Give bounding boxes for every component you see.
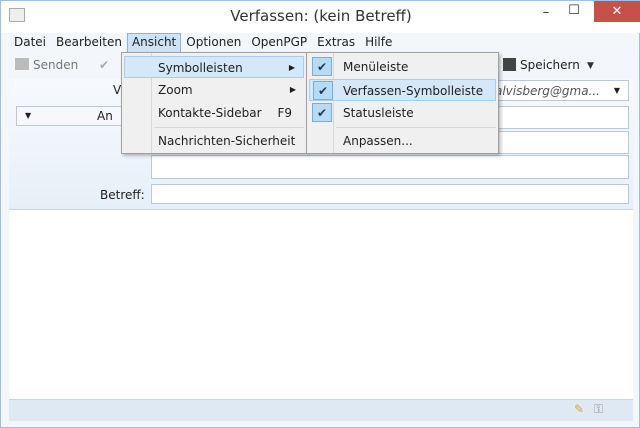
maximize-button[interactable]: ☐ <box>564 3 584 25</box>
menu-datei[interactable]: Datei <box>9 33 51 53</box>
check-icon: ✔ <box>313 81 333 100</box>
pencil-icon: ✎ <box>574 402 585 416</box>
send-button[interactable]: Senden <box>15 58 78 72</box>
menu-ansicht[interactable]: Ansicht <box>126 33 182 53</box>
title-bar: Verfassen: (kein Betreff) – ☐ ✕ <box>1 1 640 33</box>
send-label: Senden <box>33 58 79 72</box>
shortcut-label: F9 <box>277 106 292 120</box>
menu-item-statusleiste[interactable]: ✔ Statusleiste <box>309 102 496 124</box>
view-menu: Symbolleisten ▶ Zoom ▶ Kontakte-Sidebar F9 … <box>121 52 307 154</box>
subject-label: Betreff: <box>100 188 145 202</box>
menu-item-menueleiste[interactable]: ✔ Menüleiste <box>309 56 496 78</box>
menu-openpgp[interactable]: OpenPGP <box>246 33 312 53</box>
recipient-type-select[interactable]: ▼ An <box>16 106 124 126</box>
key-icon: ⚿ <box>594 402 604 416</box>
send-icon <box>15 58 29 70</box>
menu-optionen[interactable]: Optionen <box>181 33 246 53</box>
submenu-arrow-icon: ▶ <box>289 85 296 94</box>
check-icon: ✔ <box>312 103 332 122</box>
menu-hilfe[interactable]: Hilfe <box>360 33 397 53</box>
menu-item-kontakte-sidebar[interactable]: Kontakte-Sidebar F9 <box>124 102 304 124</box>
subject-input[interactable] <box>151 184 629 204</box>
compose-window: Verfassen: (kein Betreff) – ☐ ✕ Datei Be… <box>0 0 640 428</box>
floppy-icon <box>503 58 516 71</box>
menu-item-symbolleisten[interactable]: Symbolleisten ▶ <box>124 56 304 78</box>
check-icon: ✔ <box>312 57 332 76</box>
menu-item-anpassen[interactable]: Anpassen... <box>309 130 496 152</box>
close-button[interactable]: ✕ <box>594 1 640 22</box>
recipient-input-3[interactable] <box>151 155 629 179</box>
menu-item-nachrichten-sicherheit[interactable]: Nachrichten-Sicherheit <box>124 130 304 152</box>
menu-item-zoom[interactable]: Zoom ▶ <box>124 79 304 101</box>
menu-bar: Datei Bearbeiten Ansicht Optionen OpenPG… <box>9 33 397 53</box>
minimize-button[interactable]: – <box>536 5 556 27</box>
chevron-down-icon: ▼ <box>25 111 32 120</box>
save-dropdown-icon[interactable]: ▼ <box>587 61 594 71</box>
menu-extras[interactable]: Extras <box>312 33 360 53</box>
status-bar: ✎ ⚿ <box>9 399 633 421</box>
menu-item-verfassen-symbolleiste[interactable]: ✔ Verfassen-Symbolleiste <box>309 79 496 101</box>
spellcheck-icon[interactable]: ✔ <box>99 58 109 72</box>
save-label: Speichern <box>520 58 580 72</box>
menu-bearbeiten[interactable]: Bearbeiten <box>51 33 127 53</box>
save-button[interactable]: Speichern <box>503 58 580 72</box>
toolbars-submenu: ✔ Menüleiste ✔ Verfassen-Symbolleiste ✔ Sta… <box>306 52 499 154</box>
from-value: salvisberg@gma... <box>488 84 600 98</box>
chevron-down-icon: ▼ <box>613 86 620 95</box>
message-body-editor[interactable] <box>9 209 633 399</box>
submenu-arrow-icon: ▶ <box>288 63 295 72</box>
recipient-type-value: An <box>97 109 113 123</box>
